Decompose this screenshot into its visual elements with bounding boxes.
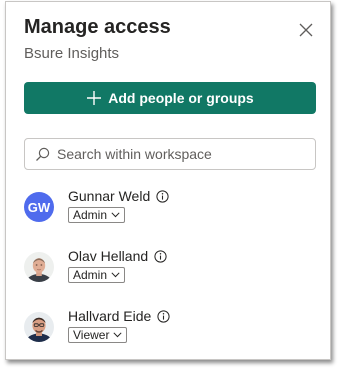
chevron-down-icon (111, 272, 120, 278)
person-name: Gunnar Weld (68, 188, 151, 204)
close-button[interactable] (295, 19, 317, 41)
plus-icon (86, 90, 102, 106)
workspace-name: Bsure Insights (24, 45, 120, 62)
search-input[interactable] (57, 146, 297, 162)
manage-access-panel: Manage access Bsure Insights Add people … (5, 1, 331, 360)
role-label: Viewer (73, 328, 110, 342)
chevron-down-icon (111, 212, 120, 218)
role-label: Admin (73, 268, 108, 282)
info-icon[interactable] (156, 189, 169, 203)
role-dropdown[interactable]: Admin (68, 267, 126, 283)
add-people-label: Add people or groups (108, 90, 254, 106)
person-name-row: Hallvard Eide (68, 308, 170, 324)
add-people-button[interactable]: Add people or groups (24, 82, 316, 114)
info-icon[interactable] (157, 309, 170, 323)
role-dropdown[interactable]: Viewer (68, 327, 128, 343)
search-icon (35, 147, 50, 162)
person-row: Olav Helland Admin (24, 248, 314, 292)
chevron-down-icon (113, 332, 123, 338)
role-label: Admin (73, 208, 108, 222)
avatar: GW (24, 192, 54, 222)
person-name-row: Olav Helland (68, 248, 167, 264)
person-name: Olav Helland (68, 248, 149, 264)
avatar (24, 312, 54, 342)
dialog-title: Manage access (24, 16, 171, 38)
avatar (24, 252, 54, 282)
person-name-row: Gunnar Weld (68, 188, 169, 204)
role-dropdown[interactable]: Admin (68, 207, 126, 223)
close-icon (299, 23, 313, 37)
person-row: GW Gunnar Weld Admin (24, 188, 314, 232)
search-box[interactable] (24, 138, 316, 170)
person-row: Hallvard Eide Viewer (24, 308, 314, 352)
info-icon[interactable] (154, 249, 167, 263)
person-name: Hallvard Eide (68, 308, 152, 324)
